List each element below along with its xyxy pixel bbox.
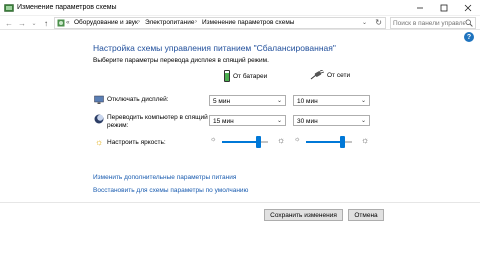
back-arrow-icon: ← — [5, 18, 13, 28]
sleep-battery-value: 15 мин — [213, 117, 234, 125]
display-off-battery-select[interactable]: 5 мин ⌄ — [209, 95, 286, 106]
breadcrumb-edit-plan[interactable]: Изменение параметров схемы — [202, 19, 294, 26]
forward-button[interactable]: → — [17, 17, 27, 29]
restore-defaults-link[interactable]: Восстановить для схемы параметры по умол… — [93, 187, 248, 194]
maximize-button[interactable] — [432, 0, 456, 16]
chevron-down-icon: ⌄ — [276, 98, 282, 104]
search-icon[interactable] — [465, 19, 473, 27]
battery-icon — [224, 70, 230, 82]
brightness-ac-slider[interactable] — [306, 136, 352, 148]
help-icon[interactable]: ? — [464, 32, 474, 42]
display-off-battery-value: 5 мин — [213, 97, 231, 105]
brightness-icon: ☼ — [95, 137, 104, 147]
brightness-battery-slider[interactable] — [222, 136, 268, 148]
up-button[interactable]: ↑ — [41, 17, 51, 29]
slider-thumb[interactable] — [340, 136, 345, 148]
sleep-battery-select[interactable]: 15 мин ⌄ — [209, 115, 286, 126]
chevron-down-icon: ⌄ — [276, 118, 282, 124]
display-off-ac-value: 10 мин — [297, 97, 318, 105]
sleep-moon-icon — [94, 114, 104, 124]
display-off-ac-select[interactable]: 10 мин ⌄ — [293, 95, 370, 106]
refresh-icon[interactable]: ↻ — [375, 18, 382, 27]
title-bar: Изменение параметров схемы — [0, 0, 480, 16]
breadcrumb-separator-icon: › — [195, 19, 197, 25]
breadcrumb[interactable]: « Оборудование и звук › Электропитание ›… — [54, 17, 386, 29]
brightness-label: Настроить яркость: — [107, 139, 166, 146]
back-button[interactable]: ← — [4, 17, 14, 29]
breadcrumb-separator-icon: › — [138, 19, 140, 25]
monitor-icon — [94, 95, 104, 104]
chevron-down-icon: ⌄ — [360, 98, 366, 104]
sleep-ac-select[interactable]: 30 мин ⌄ — [293, 115, 370, 126]
minimize-icon — [417, 7, 423, 9]
brightness-high-icon: ☼ — [361, 135, 370, 145]
address-bar: ← → ⌄ ↑ « Оборудование и звук › Электроп… — [0, 16, 480, 30]
column-header-battery: От батареи — [224, 70, 267, 82]
advanced-settings-link[interactable]: Изменить дополнительные параметры питани… — [93, 174, 236, 181]
breadcrumb-overflow[interactable]: « — [66, 19, 70, 26]
chevron-down-icon: ⌄ — [360, 118, 366, 124]
column-header-ac: От сети — [310, 70, 350, 80]
display-off-label: Отключать дисплей: — [107, 96, 169, 103]
power-plug-icon — [310, 70, 324, 80]
brightness-low-icon: ☼ — [294, 136, 301, 143]
breadcrumb-power-options[interactable]: Электропитание — [145, 19, 195, 26]
slider-thumb[interactable] — [256, 136, 261, 148]
brightness-high-icon: ☼ — [277, 135, 286, 145]
chevron-down-icon: ⌄ — [31, 20, 37, 27]
brightness-low-icon: ☼ — [210, 136, 217, 143]
slider-fill — [222, 141, 258, 143]
breadcrumb-hardware-sound[interactable]: Оборудование и звук — [74, 19, 138, 26]
address-dropdown-icon[interactable]: ⌄ — [362, 19, 367, 26]
cancel-button[interactable]: Отмена — [348, 209, 384, 221]
column-label-ac: От сети — [327, 71, 351, 79]
sleep-label-line2: режим: — [107, 122, 129, 129]
close-button[interactable] — [456, 0, 480, 16]
minimize-button[interactable] — [408, 0, 432, 16]
column-label-battery: От батареи — [233, 72, 268, 80]
power-options-icon — [4, 4, 14, 12]
sleep-ac-value: 30 мин — [297, 117, 318, 125]
window-title: Изменение параметров схемы — [17, 4, 117, 11]
recent-locations-button[interactable]: ⌄ — [29, 17, 39, 29]
page-subtitle: Выберите параметры перевода дисплея в сп… — [93, 57, 269, 64]
up-arrow-icon: ↑ — [44, 18, 48, 28]
search-box[interactable] — [390, 17, 476, 29]
control-panel-icon — [57, 19, 65, 27]
slider-fill — [306, 141, 342, 143]
close-icon — [464, 4, 472, 12]
forward-arrow-icon: → — [18, 18, 26, 28]
page-title: Настройка схемы управления питанием "Сба… — [93, 43, 336, 53]
save-button[interactable]: Сохранить изменения — [264, 209, 343, 221]
footer-divider — [0, 202, 480, 203]
search-input[interactable] — [393, 18, 465, 28]
maximize-icon — [440, 4, 448, 12]
sleep-label: Переводить компьютер в спящий режим: — [107, 114, 208, 130]
sleep-label-line1: Переводить компьютер в спящий — [107, 114, 208, 121]
